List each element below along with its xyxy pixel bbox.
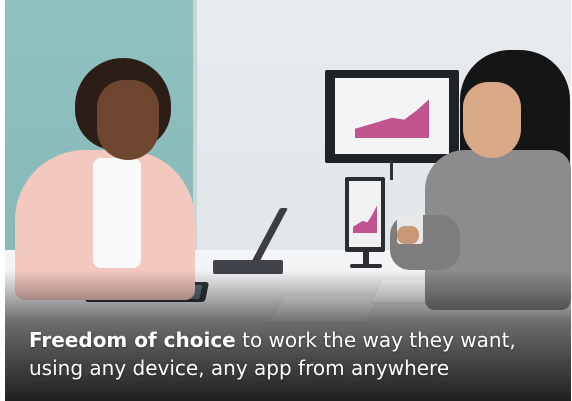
person-left-face xyxy=(97,80,159,160)
caption-line-1: Freedom of choice to work the way they w… xyxy=(29,326,559,354)
tv-chart xyxy=(354,99,430,138)
monitor-base xyxy=(350,264,382,268)
tv-screen xyxy=(335,78,449,154)
hero-image-card: Freedom of choice to work the way they w… xyxy=(5,0,571,401)
person-right-face xyxy=(463,82,521,158)
tv-cable xyxy=(390,160,393,180)
hero-caption: Freedom of choice to work the way they w… xyxy=(29,326,559,382)
chart-area xyxy=(353,205,377,233)
monitor-screen xyxy=(349,181,381,247)
chart-area xyxy=(355,99,429,138)
caption-bold-lead: Freedom of choice xyxy=(29,328,236,352)
caption-line-2: using any device, any app from anywhere xyxy=(29,356,450,380)
monitor-chart xyxy=(352,205,378,233)
caption-line-1-rest: to work the way they want, xyxy=(235,328,516,352)
person-left-shirt xyxy=(93,158,141,268)
person-right-hand xyxy=(397,226,419,244)
